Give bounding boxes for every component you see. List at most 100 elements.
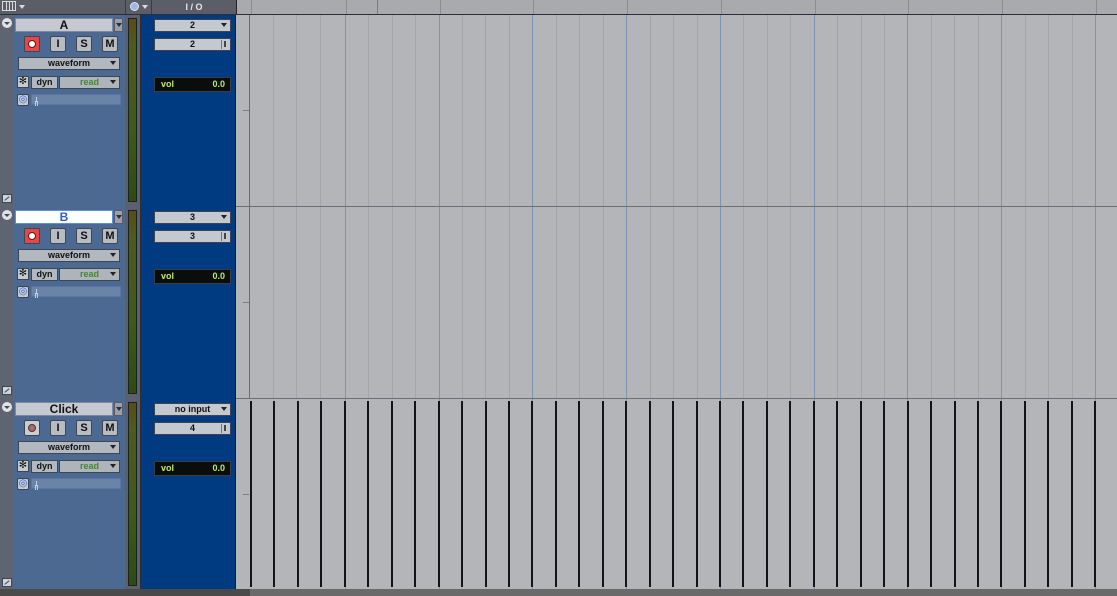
track-view-selector[interactable]: waveform: [18, 249, 120, 262]
elastic-mode-selector[interactable]: dyn: [31, 76, 58, 89]
track-options-icon[interactable]: [2, 402, 12, 412]
grid-line: [556, 15, 557, 206]
record-arm-button[interactable]: [24, 420, 40, 436]
input-monitor-button[interactable]: I: [50, 36, 66, 52]
grid-line: [392, 207, 393, 398]
volume-display[interactable]: vol 0.0: [154, 269, 231, 284]
output-window-icon[interactable]: [221, 232, 229, 241]
ruler-tick: [627, 0, 628, 14]
record-icon: [28, 424, 36, 432]
elastic-mode-selector[interactable]: dyn: [31, 460, 58, 473]
playhead-cursor[interactable]: [377, 0, 378, 14]
elastic-audio-icon[interactable]: ✻: [17, 76, 29, 88]
elastic-audio-icon[interactable]: ✻: [17, 268, 29, 280]
input-selector[interactable]: 2: [154, 19, 231, 32]
elastic-mode-selector[interactable]: dyn: [31, 268, 58, 281]
grid-line: [861, 207, 862, 398]
track-name-menu-icon[interactable]: [114, 18, 123, 32]
mute-button[interactable]: M: [102, 228, 118, 244]
track-view-label: waveform: [47, 442, 91, 452]
track-side-strip: [0, 15, 15, 207]
input-monitor-button[interactable]: I: [50, 420, 66, 436]
comments-field[interactable]: [31, 286, 121, 297]
volume-label: vol: [161, 271, 175, 281]
click-transient: [531, 401, 533, 587]
record-arm-button[interactable]: [24, 36, 40, 52]
grid-line: [814, 15, 815, 206]
grid-line: [439, 207, 440, 398]
input-monitor-button[interactable]: I: [50, 228, 66, 244]
session-start-line: [249, 15, 250, 206]
click-track-playlist-area[interactable]: [236, 399, 1117, 591]
zero-line-marker: [243, 494, 249, 495]
track-playlist-area[interactable]: [236, 207, 1117, 399]
track-view-selector[interactable]: waveform: [18, 441, 120, 454]
comments-field[interactable]: [31, 94, 121, 105]
zero-line-marker: [243, 110, 249, 111]
timebase-icon[interactable]: ◎: [17, 94, 29, 106]
solo-button[interactable]: S: [76, 36, 92, 52]
grid-line: [1072, 207, 1073, 398]
track-playlist-area[interactable]: [236, 15, 1117, 207]
automation-mode-selector[interactable]: read: [59, 76, 120, 89]
track-click: Click I S M waveform ✻ dyn read ◎ no inp…: [0, 399, 1117, 591]
elastic-audio-icon[interactable]: ✻: [17, 460, 29, 472]
click-transient: [461, 401, 463, 587]
view-menu-arrow-icon[interactable]: [19, 5, 25, 9]
track-name-menu-icon[interactable]: [114, 210, 123, 224]
solo-button[interactable]: S: [76, 228, 92, 244]
volume-display[interactable]: vol 0.0: [154, 77, 231, 92]
automation-mode-selector[interactable]: read: [59, 268, 120, 281]
horizontal-scrollbar[interactable]: [0, 589, 1117, 596]
input-selector[interactable]: no input: [154, 403, 231, 416]
chevron-down-icon: [110, 80, 116, 84]
track-level-meter: [125, 207, 141, 399]
click-transient: [1071, 401, 1073, 587]
grid-line: [368, 15, 369, 206]
timebase-icon[interactable]: ◎: [17, 286, 29, 298]
automation-mode-label: read: [79, 77, 99, 87]
output-window-icon[interactable]: [221, 40, 229, 49]
grid-line: [509, 15, 510, 206]
track-io-panel: no input 4 vol 0.0: [141, 399, 236, 591]
clock-icon[interactable]: [130, 2, 139, 11]
comments-field[interactable]: [31, 478, 121, 489]
grid-line: [814, 207, 815, 398]
track-options-icon[interactable]: [2, 18, 12, 28]
input-selector[interactable]: 3: [154, 211, 231, 224]
meter-bar: [128, 18, 137, 202]
timebase-menu-arrow-icon[interactable]: [142, 5, 148, 9]
output-selector[interactable]: 4: [154, 422, 231, 435]
volume-display[interactable]: vol 0.0: [154, 461, 231, 476]
track-name-menu-icon[interactable]: [114, 402, 123, 416]
output-selector[interactable]: 3: [154, 230, 231, 243]
track-name[interactable]: A: [15, 18, 113, 32]
click-transient: [649, 401, 651, 587]
column-view-icon[interactable]: [2, 1, 16, 11]
track-name[interactable]: B: [15, 210, 113, 224]
track-height-icon[interactable]: [2, 194, 12, 203]
track-view-selector[interactable]: waveform: [18, 57, 120, 70]
track-name[interactable]: Click: [15, 402, 113, 416]
output-window-icon[interactable]: [221, 424, 229, 433]
track-options-icon[interactable]: [2, 210, 12, 220]
record-arm-button[interactable]: [24, 228, 40, 244]
grid-line: [556, 207, 557, 398]
scrollbar-thumb[interactable]: [250, 589, 1117, 596]
automation-mode-selector[interactable]: read: [59, 460, 120, 473]
output-selector[interactable]: 2: [154, 38, 231, 51]
track-height-icon[interactable]: [2, 386, 12, 395]
track-height-icon[interactable]: [2, 578, 12, 587]
solo-button[interactable]: S: [76, 420, 92, 436]
mute-button[interactable]: M: [102, 36, 118, 52]
timeline-ruler[interactable]: [236, 0, 1117, 14]
track-view-label: waveform: [47, 58, 91, 68]
grid-line: [485, 207, 486, 398]
grid-line: [743, 15, 744, 206]
timebase-icon[interactable]: ◎: [17, 478, 29, 490]
click-transient: [344, 401, 346, 587]
mute-button[interactable]: M: [102, 420, 118, 436]
grid-line: [603, 15, 604, 206]
timebase-header[interactable]: [125, 0, 152, 14]
grid-line: [884, 207, 885, 398]
